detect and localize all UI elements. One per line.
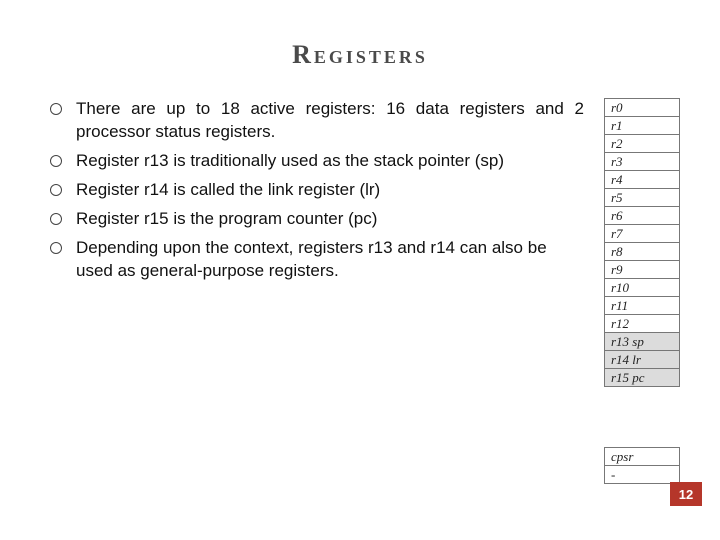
register-row: r15 pc <box>605 369 680 387</box>
slide: Registers There are up to 18 active regi… <box>0 0 720 540</box>
register-row: r12 <box>605 315 680 333</box>
register-row: r8 <box>605 243 680 261</box>
register-cell: r13 sp <box>605 333 680 351</box>
register-row: r2 <box>605 135 680 153</box>
status-register-cell: - <box>605 466 680 484</box>
register-column: r0 r1 r2 r3 r4 r5 r6 r7 r8 r9 r10 r11 r1… <box>604 98 680 484</box>
register-gap <box>604 387 680 447</box>
register-row: r0 <box>605 99 680 117</box>
page-number-badge: 12 <box>670 482 702 506</box>
bullet-list: There are up to 18 active registers: 16 … <box>40 98 584 289</box>
register-row: r1 <box>605 117 680 135</box>
register-row: r5 <box>605 189 680 207</box>
register-row: r11 <box>605 297 680 315</box>
register-row: r4 <box>605 171 680 189</box>
register-row: cpsr <box>605 448 680 466</box>
register-row: - <box>605 466 680 484</box>
register-row: r6 <box>605 207 680 225</box>
register-row: r9 <box>605 261 680 279</box>
register-cell: r8 <box>605 243 680 261</box>
register-cell: r14 lr <box>605 351 680 369</box>
register-cell: r10 <box>605 279 680 297</box>
bullet-item: Register r13 is traditionally used as th… <box>50 150 584 173</box>
bullet-item: There are up to 18 active registers: 16 … <box>50 98 584 144</box>
bullet-item: Register r15 is the program counter (pc) <box>50 208 584 231</box>
slide-title: Registers <box>40 40 680 70</box>
status-register-cell: cpsr <box>605 448 680 466</box>
register-row: r14 lr <box>605 351 680 369</box>
register-cell: r9 <box>605 261 680 279</box>
register-row: r7 <box>605 225 680 243</box>
register-row: r3 <box>605 153 680 171</box>
register-cell: r2 <box>605 135 680 153</box>
content-row: There are up to 18 active registers: 16 … <box>40 98 680 484</box>
register-cell: r3 <box>605 153 680 171</box>
register-cell: r6 <box>605 207 680 225</box>
register-cell: r12 <box>605 315 680 333</box>
register-table: r0 r1 r2 r3 r4 r5 r6 r7 r8 r9 r10 r11 r1… <box>604 98 680 387</box>
register-cell: r11 <box>605 297 680 315</box>
register-cell: r7 <box>605 225 680 243</box>
register-cell: r0 <box>605 99 680 117</box>
status-register-table: cpsr - <box>604 447 680 484</box>
bullet-item: Register r14 is called the link register… <box>50 179 584 202</box>
register-row: r13 sp <box>605 333 680 351</box>
register-row: r10 <box>605 279 680 297</box>
bullet-item: Depending upon the context, registers r1… <box>50 237 584 283</box>
register-cell: r15 pc <box>605 369 680 387</box>
register-cell: r5 <box>605 189 680 207</box>
register-cell: r4 <box>605 171 680 189</box>
register-cell: r1 <box>605 117 680 135</box>
